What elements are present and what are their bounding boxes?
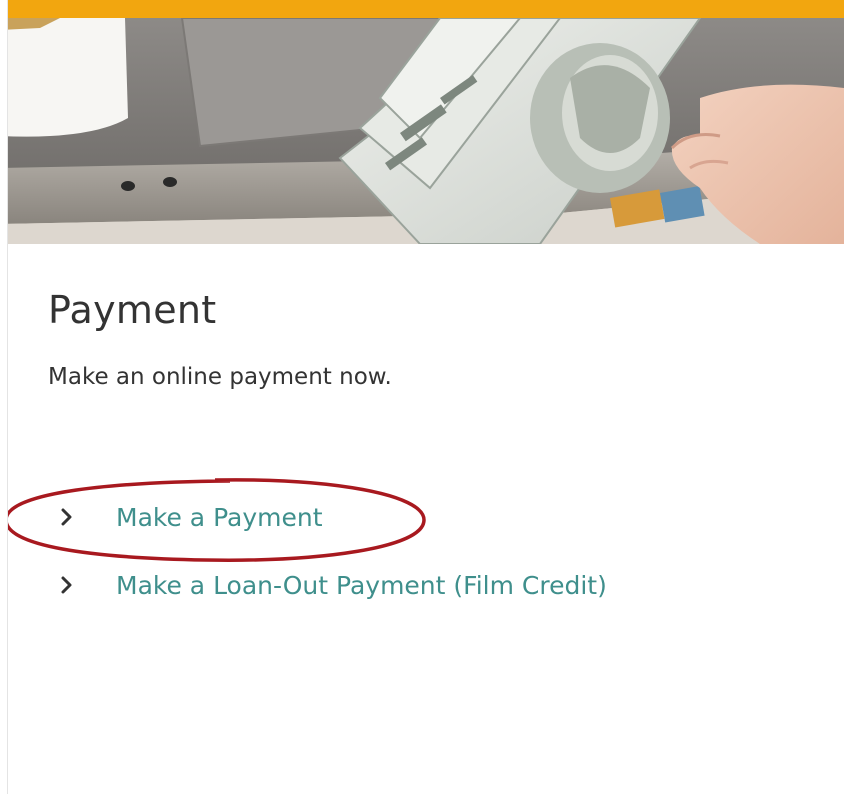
- card-title: Payment: [48, 288, 217, 332]
- make-loan-out-payment-link[interactable]: Make a Loan-Out Payment (Film Credit): [60, 565, 820, 605]
- make-payment-link[interactable]: Make a Payment: [60, 497, 820, 537]
- chevron-right-icon: [60, 507, 90, 527]
- card-description: Make an online payment now.: [48, 363, 392, 390]
- payment-card: Payment Make an online payment now. Make…: [0, 0, 844, 794]
- top-accent-bar: [0, 0, 844, 18]
- card-left-border: [0, 0, 8, 794]
- hero-image: [0, 18, 844, 244]
- card-content: Payment Make an online payment now.: [48, 288, 828, 391]
- payment-links-list: Make a Payment Make a Loan-Out Payment (…: [60, 497, 820, 633]
- make-payment-link-label[interactable]: Make a Payment: [116, 503, 323, 532]
- chevron-right-icon: [60, 575, 90, 595]
- make-loan-out-payment-link-label[interactable]: Make a Loan-Out Payment (Film Credit): [116, 571, 607, 600]
